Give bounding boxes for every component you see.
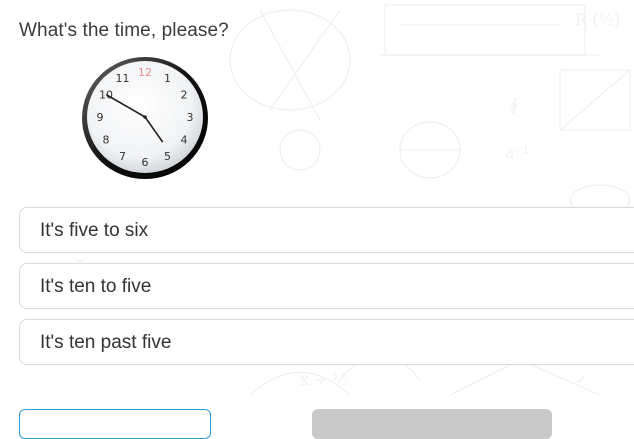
check-answer-button[interactable] [312,409,552,439]
svg-text:x ÷ ½: x ÷ ½ [300,370,348,389]
clock-number-9: 9 [97,111,104,124]
svg-text:a⁻¹: a⁻¹ [505,143,529,162]
clock-icon: 12 12 3 45 6 78 9 1011 [82,57,208,179]
answer-option-label: It's ten past five [40,332,172,353]
secondary-button[interactable] [19,409,211,439]
svg-text:✓: ✓ [575,370,588,389]
clock-number-5: 5 [164,150,171,163]
clock-number-7: 7 [119,150,126,163]
clock-number-3: 3 [187,111,194,124]
answer-option-3[interactable]: It's ten past five [19,319,634,365]
svg-text:R·(½): R·(½) [575,10,620,29]
clock-number-11: 11 [116,72,130,85]
answer-option-1[interactable]: It's five to six [19,207,634,253]
answer-option-label: It's five to six [40,220,149,241]
answer-option-label: It's ten to five [40,276,152,297]
clock-number-10: 10 [99,89,113,102]
clock-number-2: 2 [181,89,188,102]
question-text: What's the time, please? [19,20,229,41]
clock-number-8: 8 [103,134,110,147]
clock-number-1: 1 [164,72,171,85]
clock-number-6: 6 [142,156,149,169]
clock-number-4: 4 [181,134,188,147]
svg-text:∮: ∮ [510,95,518,114]
clock-number-12: 12 [138,66,152,79]
answer-option-2[interactable]: It's ten to five [19,263,634,309]
clock-center [143,115,147,119]
